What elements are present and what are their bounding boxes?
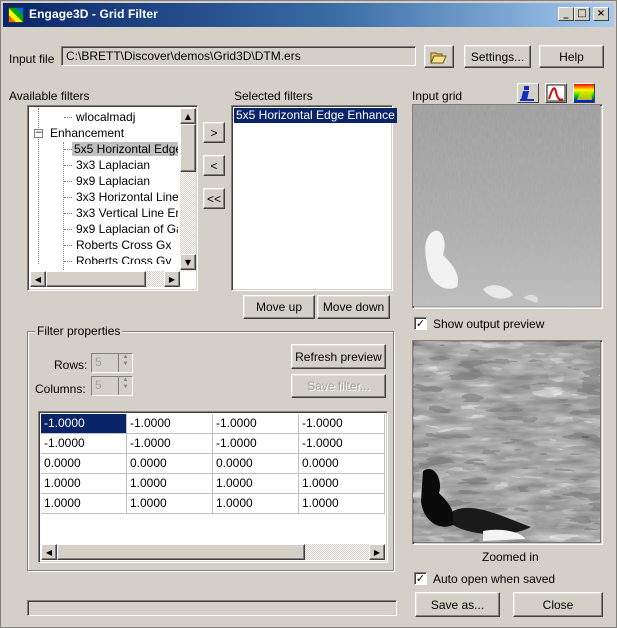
add-filter-button[interactable]: > (203, 122, 225, 143)
matrix-cell[interactable]: -1.0000 (127, 434, 213, 454)
info-button[interactable] (517, 83, 539, 103)
color-map-button[interactable] (573, 83, 595, 103)
tree-item-selected[interactable]: 5x5 Horizontal Edge (28, 142, 178, 157)
matrix-cell[interactable]: 1.0000 (127, 474, 213, 494)
show-output-preview-checkbox[interactable]: ✓ (414, 317, 427, 330)
matrix-cell[interactable]: 0.0000 (213, 454, 299, 474)
columns-label: Columns: (35, 382, 86, 396)
show-output-preview-label: Show output preview (433, 317, 545, 331)
output-preview[interactable] (412, 340, 603, 545)
selected-filter-item[interactable]: 5x5 Horizontal Edge Enhance (234, 108, 397, 123)
scroll-up-arrow-icon[interactable]: ▲ (180, 108, 196, 124)
input-grid-image (413, 105, 600, 306)
refresh-preview-button[interactable]: Refresh preview (291, 344, 386, 369)
tree-item[interactable]: 3x3 Laplacian (28, 158, 178, 173)
scroll-right-arrow-icon[interactable]: ▶ (164, 271, 180, 287)
matrix-cell[interactable]: -1.0000 (213, 434, 299, 454)
open-folder-icon (430, 52, 447, 63)
collapse-icon: − (34, 128, 43, 138)
window-title: Engage3D - Grid Filter (29, 7, 158, 21)
scroll-left-arrow-icon[interactable]: ◀ (41, 544, 57, 560)
available-filters-label: Available filters (9, 89, 90, 103)
close-window-button[interactable]: × (593, 7, 609, 21)
tree-item[interactable]: 9x9 Laplacian (28, 174, 178, 189)
matrix-cell[interactable]: 1.0000 (299, 474, 385, 494)
matrix-cell[interactable]: 1.0000 (41, 494, 127, 514)
matrix-cell[interactable]: 1.0000 (41, 474, 127, 494)
title-bar[interactable]: Engage3D - Grid Filter _ □ × (3, 3, 614, 27)
scroll-down-arrow-icon[interactable]: ▼ (180, 254, 196, 270)
tree-hscroll-thumb[interactable] (46, 271, 146, 287)
save-as-button[interactable]: Save as... (415, 592, 500, 617)
available-filters-tree[interactable]: wlocalmadj − Enhancement 5x5 Horizontal … (27, 105, 198, 291)
selected-filters-label: Selected filters (234, 89, 313, 103)
progress-bar (27, 600, 397, 616)
matrix-cell[interactable]: 0.0000 (127, 454, 213, 474)
matrix-cell[interactable]: 1.0000 (299, 494, 385, 514)
matrix-hscroll-thumb[interactable] (57, 544, 305, 560)
input-grid-preview[interactable] (412, 104, 603, 309)
matrix-cell[interactable]: -1.0000 (41, 434, 127, 454)
info-icon (520, 86, 534, 101)
app-grid-icon (8, 7, 24, 23)
tree-item[interactable]: wlocalmadj (28, 110, 178, 125)
matrix-cell[interactable]: 1.0000 (213, 494, 299, 514)
move-down-button[interactable]: Move down (317, 295, 390, 319)
remove-filter-button[interactable]: < (203, 155, 225, 176)
matrix-cell[interactable]: 0.0000 (299, 454, 385, 474)
matrix-cell[interactable]: 0.0000 (41, 454, 127, 474)
filter-properties-title: Filter properties (35, 324, 123, 338)
grid-filter-window: Engage3D - Grid Filter _ □ × Input file … (0, 0, 617, 628)
auto-open-label: Auto open when saved (433, 572, 556, 586)
matrix-cell[interactable]: -1.0000 (127, 414, 213, 434)
remove-all-filters-button[interactable]: << (203, 188, 225, 209)
scroll-right-arrow-icon[interactable]: ▶ (369, 544, 385, 560)
move-up-button[interactable]: Move up (243, 295, 315, 319)
columns-spinner[interactable]: 5 ▲ ▼ (91, 376, 133, 396)
tree-item[interactable]: 3x3 Vertical Line Enl (28, 206, 178, 221)
close-button[interactable]: Close (513, 592, 603, 617)
minimize-button[interactable]: _ (558, 7, 574, 21)
matrix-cell[interactable]: 1.0000 (127, 494, 213, 514)
tree-item[interactable]: 9x9 Laplacian of Ga (28, 222, 178, 237)
tree-item[interactable]: Roberts Cross Gx (28, 238, 178, 253)
matrix-cell[interactable]: -1.0000 (299, 434, 385, 454)
save-filter-button[interactable]: Save filter... (291, 374, 386, 398)
filter-matrix-grid[interactable]: -1.0000 -1.0000 -1.0000 -1.0000 -1.0000 -1.00… (38, 411, 388, 563)
selected-filters-list[interactable]: 5x5 Horizontal Edge Enhance (231, 105, 397, 291)
input-file-field[interactable]: C:\BRETT\Discover\demos\Grid3D\DTM.ers (61, 46, 416, 66)
tree-item[interactable]: 3x3 Horizontal Line E (28, 190, 178, 205)
histogram-icon (546, 84, 566, 102)
color-map-icon (577, 86, 592, 100)
maximize-button[interactable]: □ (574, 7, 590, 21)
tree-scroll-thumb[interactable] (180, 124, 196, 172)
help-button[interactable]: Help (539, 45, 604, 68)
tree-item-enhancement[interactable]: − Enhancement (28, 126, 178, 141)
output-preview-image (413, 341, 600, 542)
matrix-cell[interactable]: -1.0000 (299, 414, 385, 434)
zoom-label: Zoomed in (482, 550, 539, 564)
histogram-button[interactable] (545, 83, 567, 103)
matrix-cell[interactable]: 1.0000 (213, 474, 299, 494)
matrix-cell[interactable]: -1.0000 (213, 414, 299, 434)
settings-button[interactable]: Settings... (464, 45, 531, 68)
matrix-cell[interactable]: -1.0000 (41, 414, 127, 434)
browse-button[interactable] (424, 45, 454, 68)
auto-open-checkbox[interactable]: ✓ (414, 572, 427, 585)
scroll-left-arrow-icon[interactable]: ◀ (30, 271, 46, 287)
rows-label: Rows: (54, 358, 88, 372)
input-file-label: Input file (9, 52, 55, 66)
rows-spinner[interactable]: 5 ▲ ▼ (91, 353, 133, 373)
input-grid-label: Input grid (412, 89, 463, 103)
tree-item[interactable]: Roberts Cross Gy (28, 254, 178, 264)
